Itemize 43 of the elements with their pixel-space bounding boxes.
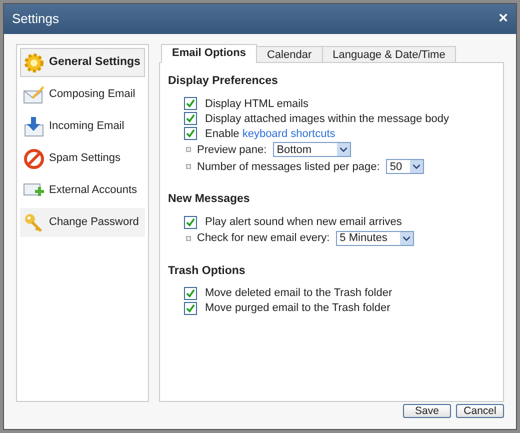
bullet-icon [186,147,191,152]
option-label: Move purged email to the Trash folder [205,301,390,316]
bullet-icon [186,164,191,170]
keyboard-shortcuts-link[interactable]: keyboard shortcuts [242,128,336,140]
prohibited-icon [23,148,45,170]
option-label: Preview pane: [197,142,267,158]
dropdown[interactable]: 5 Minutes [336,230,414,246]
checkbox[interactable] [184,286,197,300]
window-title: Settings [12,10,59,28]
dialog-button[interactable]: Save [403,404,451,418]
sidebar-item[interactable]: General Settings [20,48,145,77]
tab[interactable]: Calendar [256,46,323,63]
chevron-down-icon [410,160,423,174]
option-label: Display attached images within the message body [205,112,449,126]
close-button[interactable]: × [498,11,508,27]
dropdown[interactable]: Bottom [272,142,351,158]
option-label: Display HTML emails [205,96,309,112]
option-label: Check for new email every: [197,230,330,246]
checkbox[interactable] [184,97,197,110]
key-icon [23,212,45,234]
gear-icon [23,52,45,74]
dialog-button[interactable]: Cancel [456,404,504,418]
section-heading: Trash Options [168,264,246,278]
section-heading: Display Preferences [168,74,279,89]
tab[interactable]: Email Options [161,44,257,63]
option-label: Move deleted email to the Trash folder [205,286,392,301]
checkmark-icon [186,218,195,226]
chevron-down-icon [400,232,413,244]
chevron-down-icon [336,143,350,156]
option-label: Play alert sound when new email arrives [205,214,402,230]
section-heading: New Messages [168,192,251,208]
checkbox[interactable] [184,302,197,315]
checkbox[interactable] [184,112,197,126]
sidebar-item[interactable]: Change Password [20,208,145,237]
envelope-arrow-icon [23,116,45,138]
envelope-pencil-icon [23,84,45,106]
option-label: Number of messages listed per page: [197,160,380,174]
bullet-icon [186,236,191,240]
checkbox[interactable] [184,216,197,228]
dropdown[interactable]: 50 [386,159,424,174]
tab[interactable]: Language & Date/Time [322,46,456,63]
option-label: Enable keyboard shortcuts [205,126,336,142]
checkbox[interactable] [184,127,197,140]
